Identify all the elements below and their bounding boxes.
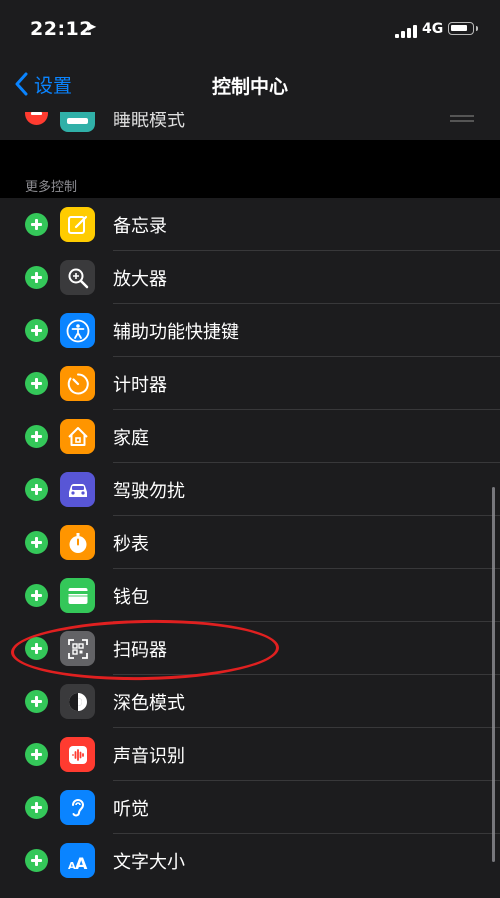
list-item-label: 计时器 xyxy=(113,375,167,396)
add-control-button[interactable] xyxy=(25,319,48,342)
list-item[interactable]: 备忘录 xyxy=(0,198,500,251)
notes-icon xyxy=(60,207,95,242)
cellular-signal-icon xyxy=(395,24,417,38)
list-item[interactable]: 驾驶勿扰 xyxy=(0,463,500,516)
add-control-button[interactable] xyxy=(25,213,48,236)
included-control-row[interactable]: 睡眠模式 xyxy=(0,112,500,140)
remove-control-button[interactable] xyxy=(25,112,48,125)
more-controls-list: 备忘录 放大器 辅助功能快捷键 计时器 家庭 驾驶勿扰 秒表 钱包 扫码器 深色… xyxy=(0,198,500,898)
add-control-button[interactable] xyxy=(25,531,48,554)
stopwatch-icon xyxy=(60,525,95,560)
home-icon xyxy=(60,419,95,454)
hearing-icon xyxy=(60,790,95,825)
add-control-button[interactable] xyxy=(25,584,48,607)
list-item-label: 放大器 xyxy=(113,269,167,290)
magnifier-icon xyxy=(60,260,95,295)
navigation-bar: 设置 控制中心 xyxy=(0,58,500,113)
list-item-label: 声音识别 xyxy=(113,746,185,767)
scroll-indicator[interactable] xyxy=(492,487,495,862)
timer-icon xyxy=(60,366,95,401)
list-item-label: 深色模式 xyxy=(113,693,185,714)
add-control-button[interactable] xyxy=(25,478,48,501)
add-control-button[interactable] xyxy=(25,849,48,872)
wallet-icon xyxy=(60,578,95,613)
list-item[interactable]: 放大器 xyxy=(0,251,500,304)
battery-icon xyxy=(448,22,478,35)
list-item[interactable]: 声音识别 xyxy=(0,728,500,781)
list-item-label: 钱包 xyxy=(113,587,149,608)
list-item[interactable]: 听觉 xyxy=(0,781,500,834)
section-header: 更多控制 xyxy=(25,180,78,195)
location-arrow-icon: ➤ xyxy=(86,20,97,35)
text-size-icon: AA xyxy=(60,843,95,878)
list-item[interactable]: 计时器 xyxy=(0,357,500,410)
sound-recognition-icon xyxy=(60,737,95,772)
list-item-label: 驾驶勿扰 xyxy=(113,481,185,502)
list-item-label: 听觉 xyxy=(113,799,149,820)
status-bar: 22:12 ➤ 4G xyxy=(0,0,500,58)
add-control-button[interactable] xyxy=(25,690,48,713)
accessibility-icon xyxy=(60,313,95,348)
add-control-button[interactable] xyxy=(25,266,48,289)
page-title: 控制中心 xyxy=(211,76,288,98)
list-item[interactable]: 钱包 xyxy=(0,569,500,622)
reorder-handle-icon[interactable] xyxy=(450,115,474,122)
included-control-label: 睡眠模式 xyxy=(113,112,185,131)
list-item[interactable]: 深色模式 xyxy=(0,675,500,728)
list-item-label: 备忘录 xyxy=(113,216,167,237)
add-control-button[interactable] xyxy=(25,425,48,448)
add-control-button[interactable] xyxy=(25,372,48,395)
sleep-mode-icon xyxy=(60,112,95,132)
network-type: 4G xyxy=(422,21,444,37)
list-item[interactable]: AA 文字大小 xyxy=(0,834,500,887)
list-item[interactable]: 秒表 xyxy=(0,516,500,569)
list-item-label: 家庭 xyxy=(113,428,149,449)
add-control-button[interactable] xyxy=(25,743,48,766)
list-item-label: 秒表 xyxy=(113,534,149,555)
list-item-label: 文字大小 xyxy=(113,852,185,873)
list-item[interactable]: 辅助功能快捷键 xyxy=(0,304,500,357)
status-time: 22:12 xyxy=(30,18,93,40)
add-control-button[interactable] xyxy=(25,796,48,819)
list-item[interactable]: 家庭 xyxy=(0,410,500,463)
list-item-label: 辅助功能快捷键 xyxy=(113,322,239,343)
dark-mode-icon xyxy=(60,684,95,719)
car-icon xyxy=(60,472,95,507)
svg-text:A: A xyxy=(75,854,88,873)
